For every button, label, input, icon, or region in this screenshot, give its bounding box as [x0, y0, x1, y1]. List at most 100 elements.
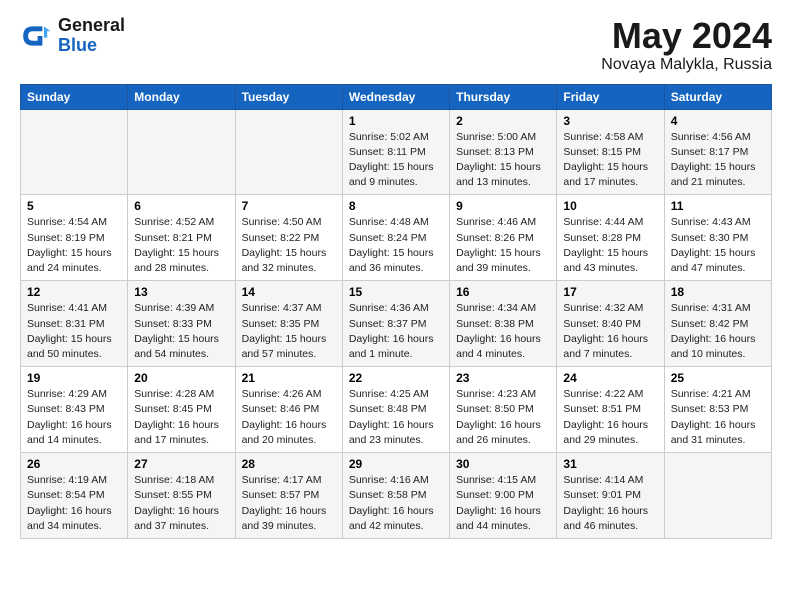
calendar-day-cell	[128, 109, 235, 195]
day-info: Sunrise: 4:29 AM Sunset: 8:43 PM Dayligh…	[27, 387, 121, 448]
day-info: Sunrise: 4:17 AM Sunset: 8:57 PM Dayligh…	[242, 473, 336, 534]
day-number: 13	[134, 285, 228, 299]
day-info: Sunrise: 4:16 AM Sunset: 8:58 PM Dayligh…	[349, 473, 443, 534]
day-info: Sunrise: 4:14 AM Sunset: 9:01 PM Dayligh…	[563, 473, 657, 534]
day-info: Sunrise: 4:34 AM Sunset: 8:38 PM Dayligh…	[456, 301, 550, 362]
day-info: Sunrise: 4:48 AM Sunset: 8:24 PM Dayligh…	[349, 215, 443, 276]
day-info: Sunrise: 4:56 AM Sunset: 8:17 PM Dayligh…	[671, 130, 765, 191]
calendar-day-cell: 9 Sunrise: 4:46 AM Sunset: 8:26 PM Daylig…	[450, 195, 557, 281]
calendar-day-cell	[664, 453, 771, 539]
day-info: Sunrise: 4:25 AM Sunset: 8:48 PM Dayligh…	[349, 387, 443, 448]
day-info: Sunrise: 4:37 AM Sunset: 8:35 PM Dayligh…	[242, 301, 336, 362]
calendar-week-row: 5 Sunrise: 4:54 AM Sunset: 8:19 PM Daylig…	[21, 195, 772, 281]
calendar-day-cell	[235, 109, 342, 195]
day-number: 3	[563, 114, 657, 128]
calendar-day-cell: 26Sunrise: 4:19 AM Sunset: 8:54 PM Dayli…	[21, 453, 128, 539]
calendar-day-cell: 28 Sunrise: 4:17 AM Sunset: 8:57 PM Dayli…	[235, 453, 342, 539]
calendar-day-cell: 21Sunrise: 4:26 AM Sunset: 8:46 PM Dayli…	[235, 367, 342, 453]
day-number: 14	[242, 285, 336, 299]
page: General Blue May 2024 Novaya Malykla, Ru…	[0, 0, 792, 612]
day-info: Sunrise: 4:46 AM Sunset: 8:26 PM Dayligh…	[456, 215, 550, 276]
header: General Blue May 2024 Novaya Malykla, Ru…	[20, 16, 772, 74]
calendar-day-cell: 14 Sunrise: 4:37 AM Sunset: 8:35 PM Dayli…	[235, 281, 342, 367]
calendar-day-cell: 10Sunrise: 4:44 AM Sunset: 8:28 PM Dayli…	[557, 195, 664, 281]
month-title: May 2024	[601, 16, 772, 56]
day-number: 9	[456, 199, 550, 213]
day-info: Sunrise: 4:15 AM Sunset: 9:00 PM Dayligh…	[456, 473, 550, 534]
day-info: Sunrise: 4:23 AM Sunset: 8:50 PM Dayligh…	[456, 387, 550, 448]
day-info: Sunrise: 4:44 AM Sunset: 8:28 PM Dayligh…	[563, 215, 657, 276]
day-info: Sunrise: 5:02 AM Sunset: 8:11 PM Dayligh…	[349, 130, 443, 191]
day-number: 5	[27, 199, 121, 213]
logo-icon	[20, 20, 52, 52]
calendar-day-cell: 12Sunrise: 4:41 AM Sunset: 8:31 PM Dayli…	[21, 281, 128, 367]
day-number: 22	[349, 371, 443, 385]
calendar-day-cell: 19 Sunrise: 4:29 AM Sunset: 8:43 PM Dayli…	[21, 367, 128, 453]
calendar-day-cell: 27 Sunrise: 4:18 AM Sunset: 8:55 PM Dayli…	[128, 453, 235, 539]
day-number: 2	[456, 114, 550, 128]
day-number: 27	[134, 457, 228, 471]
calendar-week-row: 19 Sunrise: 4:29 AM Sunset: 8:43 PM Dayli…	[21, 367, 772, 453]
day-info: Sunrise: 4:21 AM Sunset: 8:53 PM Dayligh…	[671, 387, 765, 448]
calendar-day-header: Thursday	[450, 84, 557, 109]
day-number: 17	[563, 285, 657, 299]
day-info: Sunrise: 5:00 AM Sunset: 8:13 PM Dayligh…	[456, 130, 550, 191]
calendar-day-cell: 11Sunrise: 4:43 AM Sunset: 8:30 PM Dayli…	[664, 195, 771, 281]
calendar-day-cell: 20Sunrise: 4:28 AM Sunset: 8:45 PM Dayli…	[128, 367, 235, 453]
calendar-day-cell: 8 Sunrise: 4:48 AM Sunset: 8:24 PM Daylig…	[342, 195, 449, 281]
day-info: Sunrise: 4:22 AM Sunset: 8:51 PM Dayligh…	[563, 387, 657, 448]
day-number: 1	[349, 114, 443, 128]
day-number: 12	[27, 285, 121, 299]
day-info: Sunrise: 4:54 AM Sunset: 8:19 PM Dayligh…	[27, 215, 121, 276]
day-info: Sunrise: 4:36 AM Sunset: 8:37 PM Dayligh…	[349, 301, 443, 362]
calendar-day-cell: 6 Sunrise: 4:52 AM Sunset: 8:21 PM Daylig…	[128, 195, 235, 281]
day-info: Sunrise: 4:52 AM Sunset: 8:21 PM Dayligh…	[134, 215, 228, 276]
day-number: 6	[134, 199, 228, 213]
day-number: 7	[242, 199, 336, 213]
calendar-day-header: Wednesday	[342, 84, 449, 109]
day-info: Sunrise: 4:31 AM Sunset: 8:42 PM Dayligh…	[671, 301, 765, 362]
day-info: Sunrise: 4:43 AM Sunset: 8:30 PM Dayligh…	[671, 215, 765, 276]
calendar-day-cell: 31 Sunrise: 4:14 AM Sunset: 9:01 PM Dayli…	[557, 453, 664, 539]
day-info: Sunrise: 4:18 AM Sunset: 8:55 PM Dayligh…	[134, 473, 228, 534]
day-info: Sunrise: 4:50 AM Sunset: 8:22 PM Dayligh…	[242, 215, 336, 276]
day-number: 31	[563, 457, 657, 471]
calendar-day-header: Monday	[128, 84, 235, 109]
calendar-day-cell: 17 Sunrise: 4:32 AM Sunset: 8:40 PM Dayli…	[557, 281, 664, 367]
calendar-day-cell: 7 Sunrise: 4:50 AM Sunset: 8:22 PM Daylig…	[235, 195, 342, 281]
calendar-day-cell: 29 Sunrise: 4:16 AM Sunset: 8:58 PM Dayli…	[342, 453, 449, 539]
subtitle: Novaya Malykla, Russia	[601, 56, 772, 74]
calendar-table: SundayMondayTuesdayWednesdayThursdayFrid…	[20, 84, 772, 539]
calendar-day-header: Tuesday	[235, 84, 342, 109]
calendar-day-cell: 13Sunrise: 4:39 AM Sunset: 8:33 PM Dayli…	[128, 281, 235, 367]
day-number: 15	[349, 285, 443, 299]
day-number: 29	[349, 457, 443, 471]
day-number: 23	[456, 371, 550, 385]
calendar-day-header: Friday	[557, 84, 664, 109]
day-number: 8	[349, 199, 443, 213]
calendar-day-header: Saturday	[664, 84, 771, 109]
day-info: Sunrise: 4:32 AM Sunset: 8:40 PM Dayligh…	[563, 301, 657, 362]
day-info: Sunrise: 4:19 AM Sunset: 8:54 PM Dayligh…	[27, 473, 121, 534]
calendar-day-cell: 3 Sunrise: 4:58 AM Sunset: 8:15 PM Daylig…	[557, 109, 664, 195]
day-number: 19	[27, 371, 121, 385]
calendar-day-cell: 4 Sunrise: 4:56 AM Sunset: 8:17 PM Daylig…	[664, 109, 771, 195]
day-info: Sunrise: 4:58 AM Sunset: 8:15 PM Dayligh…	[563, 130, 657, 191]
day-number: 28	[242, 457, 336, 471]
day-number: 4	[671, 114, 765, 128]
calendar-day-cell: 2 Sunrise: 5:00 AM Sunset: 8:13 PM Daylig…	[450, 109, 557, 195]
calendar-day-cell: 1 Sunrise: 5:02 AM Sunset: 8:11 PM Daylig…	[342, 109, 449, 195]
calendar-day-cell: 30Sunrise: 4:15 AM Sunset: 9:00 PM Dayli…	[450, 453, 557, 539]
calendar-week-row: 12Sunrise: 4:41 AM Sunset: 8:31 PM Dayli…	[21, 281, 772, 367]
day-number: 25	[671, 371, 765, 385]
calendar-header-row: SundayMondayTuesdayWednesdayThursdayFrid…	[21, 84, 772, 109]
calendar-week-row: 26Sunrise: 4:19 AM Sunset: 8:54 PM Dayli…	[21, 453, 772, 539]
day-info: Sunrise: 4:26 AM Sunset: 8:46 PM Dayligh…	[242, 387, 336, 448]
day-number: 18	[671, 285, 765, 299]
calendar-day-cell: 24Sunrise: 4:22 AM Sunset: 8:51 PM Dayli…	[557, 367, 664, 453]
logo: General Blue	[20, 16, 125, 56]
calendar-day-cell: 15 Sunrise: 4:36 AM Sunset: 8:37 PM Dayli…	[342, 281, 449, 367]
calendar-day-cell: 18 Sunrise: 4:31 AM Sunset: 8:42 PM Dayli…	[664, 281, 771, 367]
calendar-day-cell	[21, 109, 128, 195]
day-number: 16	[456, 285, 550, 299]
